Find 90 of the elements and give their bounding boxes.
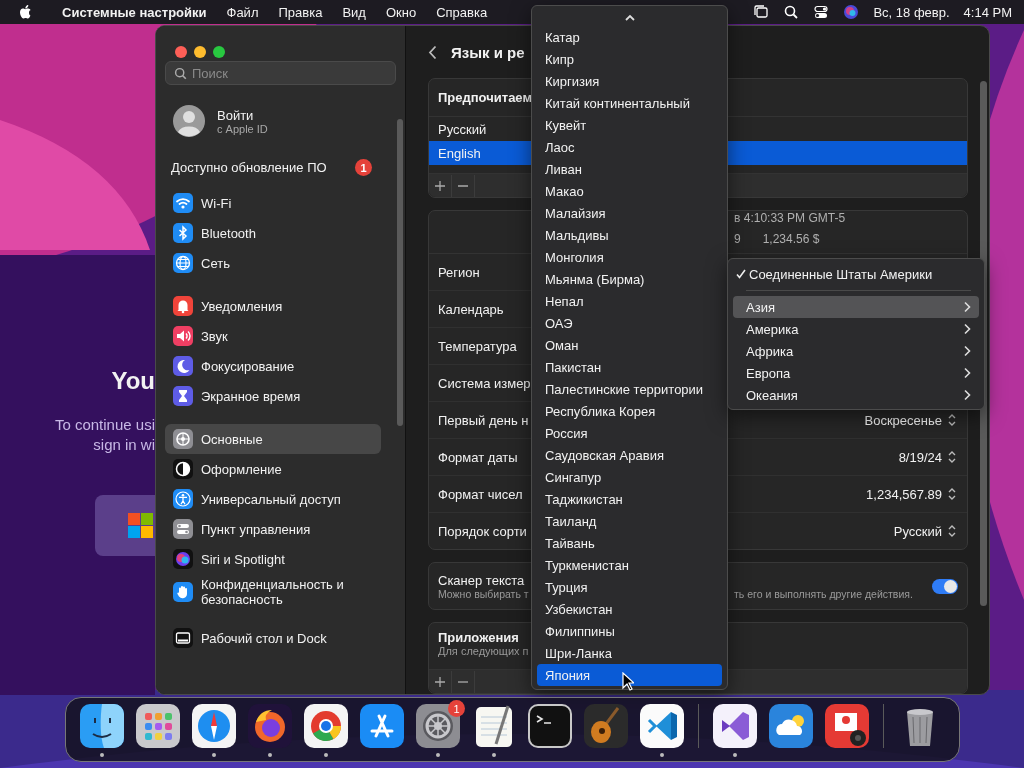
menu-item[interactable]: Япония (537, 664, 722, 686)
language-item[interactable]: English (438, 145, 481, 161)
sidebar-item[interactable]: Уведомления (165, 291, 381, 321)
menu-item[interactable]: Республика Корея (537, 400, 722, 422)
menu-item[interactable]: Туркменистан (537, 554, 722, 576)
menu-item[interactable]: Филиппины (537, 620, 722, 642)
menu-item[interactable]: Таиланд (537, 510, 722, 532)
menu-item[interactable]: Китай континентальный (537, 92, 722, 114)
clock[interactable]: 4:14 PM (963, 4, 1012, 20)
sidebar-item[interactable]: Сеть (165, 248, 381, 278)
menu-item[interactable]: Америка (733, 318, 979, 340)
menu-item[interactable]: Палестинские территории (537, 378, 722, 400)
sidebar-item[interactable]: Звук (165, 321, 381, 351)
menu-item[interactable]: Кипр (537, 48, 722, 70)
menu-item[interactable]: Малайзия (537, 202, 722, 224)
menu-item[interactable]: Пакистан (537, 356, 722, 378)
setting-label: Сканер текста (438, 572, 525, 588)
menu-item[interactable]: Кувейт (537, 114, 722, 136)
setting-label: Формат даты (438, 449, 518, 465)
sidebar-item[interactable]: Рабочий стол и Dock (165, 623, 381, 653)
menu-item[interactable]: Правка (278, 4, 323, 20)
setting-label: Температура (438, 338, 517, 354)
menu-item[interactable]: Саудовская Аравия (537, 444, 722, 466)
sidebar-item[interactable]: Оформление (165, 454, 381, 484)
section-header: Приложения (437, 629, 519, 645)
menu-item[interactable]: ОАЭ (537, 312, 722, 334)
account-subtitle: с Apple ID (217, 122, 268, 135)
popup-button[interactable]: Русский (893, 523, 957, 539)
menu-item[interactable]: Файл (226, 4, 259, 20)
subtitle-text: To continue usi (54, 415, 155, 435)
popup-button[interactable]: 1,234,567.89 (866, 486, 957, 502)
menu-item[interactable]: Лаос (537, 136, 722, 158)
setting-label: Формат чисел (438, 486, 523, 502)
menu-item[interactable]: Вид (342, 4, 366, 20)
sidebar-item[interactable]: Пункт управления (165, 514, 381, 544)
number-preview: 1,234.56 $ (762, 232, 820, 248)
sidebar-item[interactable]: Фокусирование (165, 351, 381, 381)
description-text: Можно выбирать т (438, 587, 529, 600)
language-item[interactable]: Русский (438, 121, 487, 137)
menu-item[interactable]: Европа (733, 362, 979, 384)
menu-item[interactable]: Россия (537, 422, 722, 444)
sidebar-item[interactable]: Основные (165, 424, 381, 454)
menu-item[interactable]: Монголия (537, 246, 722, 268)
menu-item[interactable]: Ливан (537, 158, 722, 180)
sidebar-item[interactable]: Конфиденциальность и безопасность (165, 574, 381, 610)
menu-item[interactable]: Азия (733, 296, 979, 318)
setting-label: Порядок сорти (438, 523, 527, 539)
menu-item[interactable]: Катар (537, 26, 722, 48)
sidebar-item[interactable]: Bluetooth (165, 218, 381, 248)
menu-item[interactable]: Узбекистан (537, 598, 722, 620)
menu-item[interactable]: Окно (385, 4, 417, 20)
menu-item[interactable]: Соединенные Штаты Америки (733, 263, 979, 285)
popup-button[interactable]: 8/19/24 (898, 449, 957, 465)
count-badge: 1 (448, 700, 465, 717)
menu-item[interactable]: Тайвань (537, 532, 722, 554)
setting-label: Первый день н (438, 412, 529, 428)
menu-item[interactable]: Африка (733, 340, 979, 362)
menu-item[interactable]: Турция (537, 576, 722, 598)
menu-item[interactable]: Макао (537, 180, 722, 202)
menu-item[interactable]: Справка (436, 4, 488, 20)
sidebar-item[interactable]: Экранное время (165, 381, 381, 411)
date[interactable]: Вс, 18 февр. (873, 4, 950, 20)
search-field[interactable]: Поиск (165, 61, 396, 85)
sidebar-item[interactable]: Универсальный доступ (165, 484, 381, 514)
popup-button[interactable]: Воскресенье (864, 412, 957, 428)
menu-item[interactable]: Океания (733, 384, 979, 406)
menu-item[interactable]: Таджикистан (537, 488, 722, 510)
update-link[interactable]: Доступно обновление ПО (171, 160, 327, 175)
menu-item[interactable]: Сингапур (537, 466, 722, 488)
account-title[interactable]: Войти (217, 107, 268, 123)
sidebar-item[interactable]: Wi-Fi (165, 188, 381, 218)
setting-label: Регион (438, 264, 480, 280)
heading: You (111, 367, 155, 395)
page-title: Язык и ре (451, 43, 525, 61)
app-menu[interactable]: Системные настройки (62, 4, 207, 20)
setting-label: Система измер (438, 375, 531, 391)
description-text: Для следующих п (437, 645, 529, 657)
date-preview: в 4:10:33 PM GMT-5 (734, 211, 846, 227)
menu-item[interactable]: Оман (537, 334, 722, 356)
sidebar-item[interactable]: Siri и Spotlight (165, 544, 381, 574)
menu-item[interactable]: Мьянма (Бирма) (537, 268, 722, 290)
subtitle-text: sign in wi (93, 435, 155, 455)
number-preview: 9 (734, 232, 741, 248)
setting-label: Календарь (438, 301, 504, 317)
menu-item[interactable]: Непал (537, 290, 722, 312)
menu-item[interactable]: Мальдивы (537, 224, 722, 246)
search-field[interactable]: Поиск (192, 65, 372, 81)
description-text: ть его и выполнять другие действия. (734, 587, 913, 600)
menu-item[interactable]: Шри-Ланка (537, 642, 722, 664)
count-badge: 1 (355, 159, 372, 176)
